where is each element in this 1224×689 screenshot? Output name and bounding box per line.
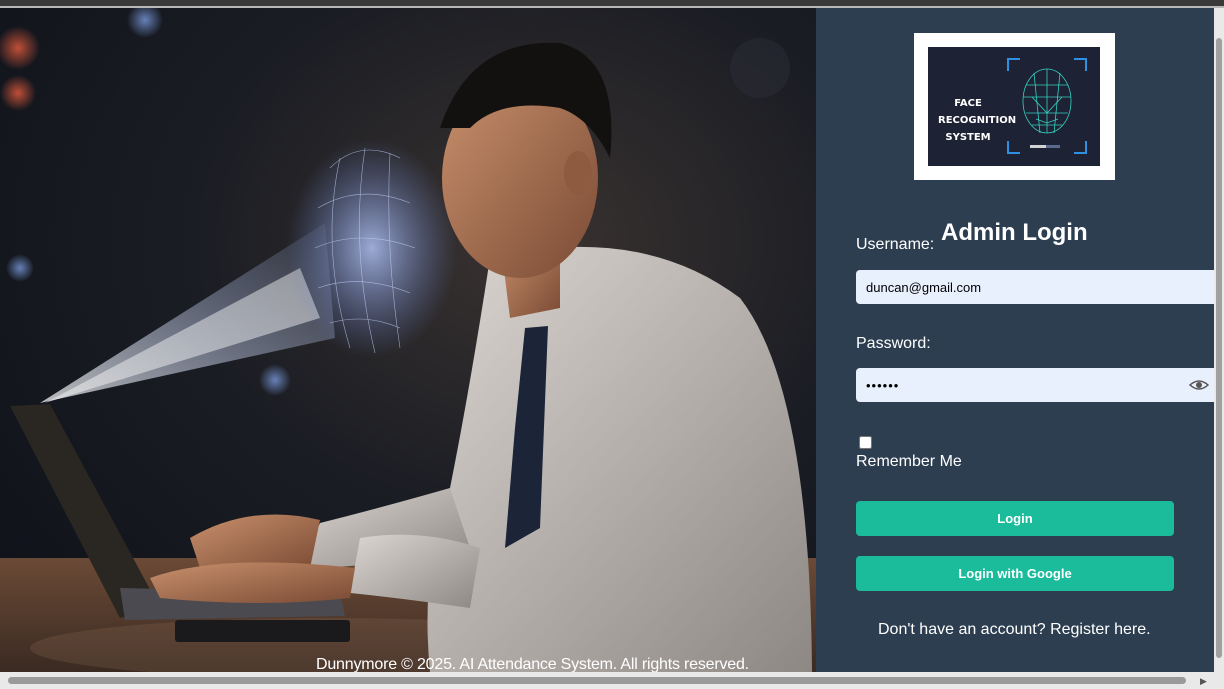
password-field[interactable] xyxy=(856,368,1214,402)
hero-image: Dunnymore © 2025. AI Attendance System. … xyxy=(0,8,816,672)
remember-me-label: Remember Me xyxy=(856,453,962,470)
logo-line: RECOGNITION xyxy=(938,115,1017,126)
logo-background: FACE RECOGNITION SYSTEM xyxy=(928,47,1100,166)
scroll-right-arrow-icon[interactable]: ▶ xyxy=(1200,676,1207,687)
login-title: Admin Login xyxy=(941,219,1088,246)
login-button[interactable]: Login xyxy=(856,501,1174,536)
man-laptop-illustration xyxy=(0,8,816,672)
logo-line: FACE xyxy=(954,98,982,109)
app-logo: FACE RECOGNITION SYSTEM xyxy=(914,33,1115,180)
logo-line: SYSTEM xyxy=(945,132,991,143)
google-login-button[interactable]: Login with Google xyxy=(856,556,1174,591)
footer-copyright: Dunnymore © 2025. AI Attendance System. … xyxy=(316,656,749,672)
username-field[interactable] xyxy=(856,270,1214,304)
password-label: Password: xyxy=(856,335,931,352)
remember-me-checkbox[interactable] xyxy=(859,436,872,449)
horizontal-scrollbar[interactable]: ▶ xyxy=(0,672,1224,689)
browser-top-strip xyxy=(0,0,1224,8)
face-mesh-scan-icon xyxy=(1007,58,1087,154)
vertical-scrollbar[interactable] xyxy=(1214,8,1224,672)
eye-icon[interactable] xyxy=(1189,376,1209,394)
logo-text: FACE RECOGNITION SYSTEM xyxy=(938,95,1017,146)
username-label: Username: xyxy=(856,236,935,253)
vertical-scroll-thumb[interactable] xyxy=(1216,38,1222,658)
horizontal-scroll-thumb[interactable] xyxy=(8,677,1186,684)
register-link[interactable]: Don't have an account? Register here. xyxy=(878,621,1151,639)
